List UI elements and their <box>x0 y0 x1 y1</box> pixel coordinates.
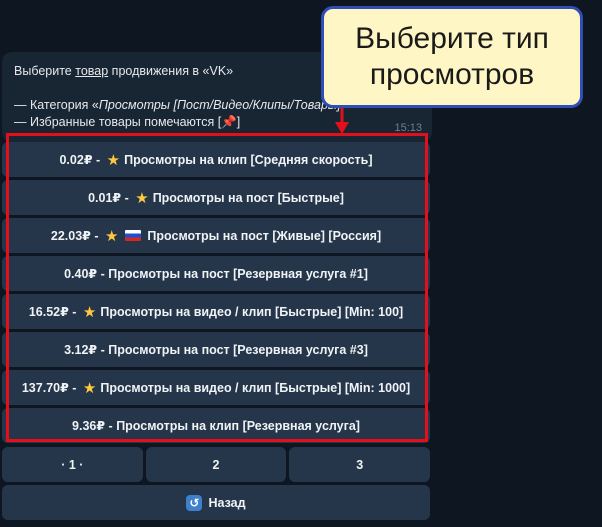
keyboard-row: 22.03₽ - ★ Просмотры на пост [Живые] [Рос… <box>2 218 430 253</box>
star-icon: ★ <box>106 151 121 169</box>
pagination-row: · 1 · 2 3 <box>2 447 431 482</box>
page-2-button[interactable]: 2 <box>145 447 287 482</box>
price-separator: - <box>90 228 102 243</box>
back-label: Назад <box>208 495 246 510</box>
price-separator: - <box>97 342 109 357</box>
product-price: 9.36₽ <box>72 419 106 433</box>
keyboard-row: 3.12₽ - Просмотры на пост [Резервная усл… <box>2 332 430 367</box>
star-icon: ★ <box>82 379 97 397</box>
price-separator: - <box>105 418 117 433</box>
star-icon: ★ <box>104 227 119 245</box>
keyboard-row: 0.40₽ - Просмотры на пост [Резервная усл… <box>2 256 430 291</box>
star-icon: ★ <box>135 189 149 207</box>
message-text: — Категория « <box>14 98 99 112</box>
back-arrow-icon: ↺ <box>186 494 203 511</box>
keyboard-row: 9.36₽ - Просмотры на клип [Резервная усл… <box>2 408 430 443</box>
product-label: Просмотры на видео / клип [Быстрые] [Min… <box>100 304 404 319</box>
product-button[interactable]: 0.40₽ - Просмотры на пост [Резервная усл… <box>2 256 430 291</box>
message-text: Выберите <box>14 64 76 78</box>
product-price: 0.02₽ <box>59 153 93 167</box>
keyboard-row: 0.01₽ - ★ Просмотры на пост [Быстрые] <box>2 180 430 215</box>
message-line-category: — Категория «Просмотры [Пост/Видео/Клипы… <box>14 98 374 112</box>
product-label: Просмотры на пост [Резервная услуга #1] <box>108 266 368 281</box>
keyboard-row: 0.02₽ - ★ Просмотры на клип [Средняя скор… <box>2 142 430 177</box>
pushpin-icon: 📌 <box>221 115 237 129</box>
product-button[interactable]: 3.12₽ - Просмотры на пост [Резервная усл… <box>2 332 430 367</box>
message-text: ] <box>236 115 241 129</box>
product-price: 3.12₽ <box>64 343 98 357</box>
back-button[interactable]: ↺ Назад <box>2 485 430 520</box>
product-price: 16.52₽ <box>28 305 69 319</box>
product-label: Просмотры на видео / клип [Быстрые] [Min… <box>100 380 411 395</box>
back-row: ↺ Назад <box>2 485 430 520</box>
price-separator: - <box>121 190 133 205</box>
product-button[interactable]: 137.70₽ - ★ Просмотры на видео / клип [Бы… <box>2 370 430 405</box>
keyboard-row: 137.70₽ - ★ Просмотры на видео / клип [Бы… <box>2 370 430 405</box>
category-name: Просмотры [Пост/Видео/Клипы/Товары] <box>98 98 341 112</box>
message-text: продвижения в «VK» <box>108 64 234 78</box>
product-label: Просмотры на клип [Резервная услуга] <box>116 418 360 433</box>
price-separator: - <box>92 152 104 167</box>
message-time: 15:13 <box>394 122 422 134</box>
price-separator: - <box>68 304 80 319</box>
product-price: 22.03₽ <box>50 229 91 243</box>
star-icon: ★ <box>82 303 97 321</box>
product-price: 137.70₽ <box>21 381 69 395</box>
product-label: Просмотры на пост [Живые] [Россия] <box>147 228 382 243</box>
product-label: Просмотры на клип [Средняя скорость] <box>124 152 373 167</box>
product-price: 0.40₽ <box>64 267 98 281</box>
message-line-select: Выберите товар продвижения в «VK» <box>14 64 233 78</box>
product-button[interactable]: 16.52₽ - ★ Просмотры на видео / клип [Быс… <box>2 294 430 329</box>
russia-flag-icon <box>125 230 142 241</box>
product-label: Просмотры на пост [Резервная услуга #3] <box>108 342 368 357</box>
product-button[interactable]: 22.03₽ - ★ Просмотры на пост [Живые] [Рос… <box>2 218 430 253</box>
price-separator: - <box>97 266 109 281</box>
callout-arrow-icon <box>335 104 349 134</box>
product-link[interactable]: товар <box>75 64 108 78</box>
callout-line-1: Выберите тип <box>355 22 549 55</box>
product-button[interactable]: 0.02₽ - ★ Просмотры на клип [Средняя скор… <box>2 142 430 177</box>
message-line-favorites: — Избранные товары помечаются [📌] <box>14 115 240 130</box>
product-label: Просмотры на пост [Быстрые] <box>152 190 344 205</box>
message-text: — Избранные товары помечаются [ <box>14 115 222 129</box>
keyboard-row: 16.52₽ - ★ Просмотры на видео / клип [Быс… <box>2 294 430 329</box>
price-separator: - <box>68 380 80 395</box>
callout-line-2: просмотров <box>369 58 535 91</box>
callout-box: Выберите тип просмотров <box>321 6 583 108</box>
page-1-button[interactable]: · 1 · <box>2 447 143 482</box>
product-button[interactable]: 0.01₽ - ★ Просмотры на пост [Быстрые] <box>2 180 430 215</box>
page-3-button[interactable]: 3 <box>289 447 431 482</box>
product-button[interactable]: 9.36₽ - Просмотры на клип [Резервная усл… <box>2 408 430 443</box>
product-price: 0.01₽ <box>88 191 122 205</box>
